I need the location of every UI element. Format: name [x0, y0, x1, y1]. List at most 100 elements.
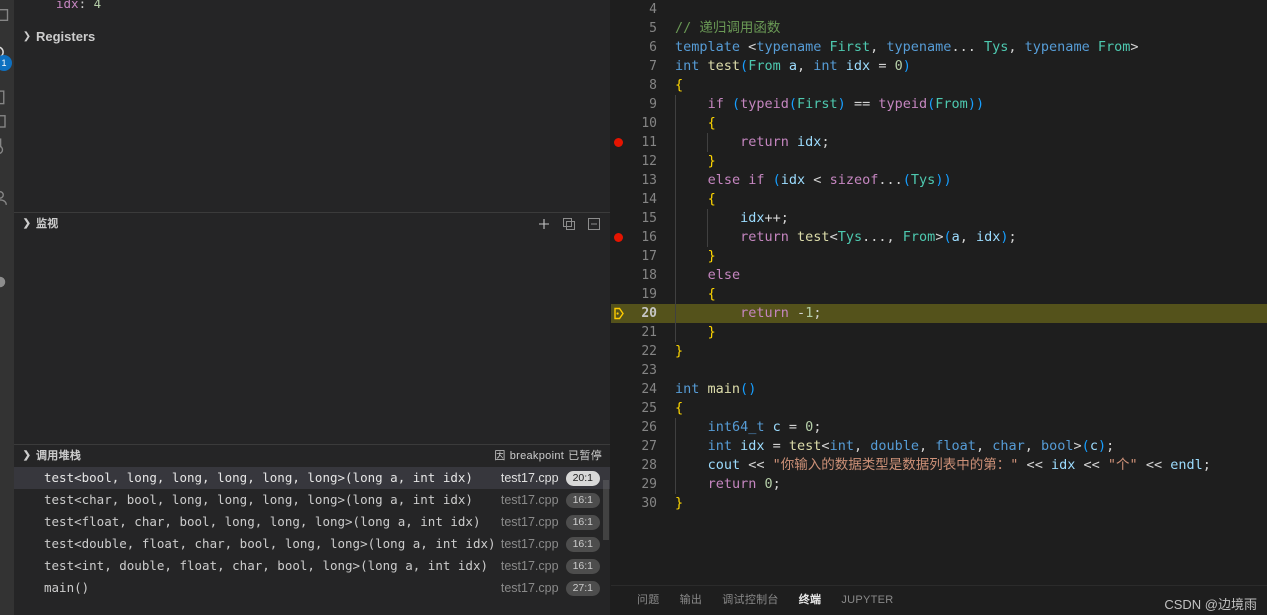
- callstack-row[interactable]: test<int, double, float, char, bool, lon…: [14, 555, 610, 577]
- code-text: return -1;: [740, 305, 822, 321]
- code-line[interactable]: 26 int64_t c = 0;: [611, 418, 1267, 437]
- code-text: }: [707, 248, 716, 264]
- code-line[interactable]: 13 else if (idx < sizeof...(Tys)): [611, 171, 1267, 190]
- line-number: 12: [641, 154, 657, 169]
- variable-row-idx[interactable]: idx: 4: [14, 0, 610, 13]
- variables-scope-registers[interactable]: ❯ Registers: [14, 26, 610, 48]
- callstack-status-reason: breakpoint: [509, 450, 565, 462]
- callstack-row[interactable]: test<float, char, bool, long, long, long…: [14, 511, 610, 533]
- watch-header[interactable]: ❯ 监视: [14, 213, 610, 235]
- callstack-frame-position: 16:1: [565, 492, 600, 508]
- code-text: int64_t c = 0;: [707, 419, 822, 435]
- callstack-frame-position: 16:1: [565, 558, 600, 574]
- code-line[interactable]: 19 {: [611, 285, 1267, 304]
- watch-actions[interactable]: [536, 216, 602, 232]
- line-number: 9: [649, 97, 657, 112]
- code-line[interactable]: 28 cout << "你输入的数据类型是数据列表中的第：" << idx <<…: [611, 456, 1267, 475]
- callstack-row[interactable]: test<double, float, char, bool, long, lo…: [14, 533, 610, 555]
- activity-bar[interactable]: 1: [0, 0, 14, 615]
- code-line[interactable]: 14 {: [611, 190, 1267, 209]
- callstack-header[interactable]: ❯ 调用堆栈 因 breakpoint 已暂停: [14, 445, 610, 467]
- code-line[interactable]: 30}: [611, 494, 1267, 513]
- code-line[interactable]: 16 return test<Tys..., From>(a, idx);: [611, 228, 1267, 247]
- callstack-status: 因 breakpoint 已暂停: [494, 445, 602, 467]
- code-text: }: [707, 324, 716, 340]
- account-icon[interactable]: [0, 188, 10, 208]
- code-line[interactable]: 8{: [611, 76, 1267, 95]
- code-line[interactable]: 17 }: [611, 247, 1267, 266]
- callstack-frame-name: test<float, char, bool, long, long, long…: [44, 514, 481, 529]
- callstack-title: 调用堆栈: [36, 450, 82, 462]
- code-line[interactable]: 24 int main(): [611, 380, 1267, 399]
- code-text: else: [707, 267, 741, 283]
- code-line[interactable]: 15 idx++;: [611, 209, 1267, 228]
- extensions-icon[interactable]: [0, 136, 10, 156]
- callstack-frame-file: test17.cpp: [500, 559, 559, 573]
- variable-name: idx: [56, 0, 79, 11]
- callstack-row[interactable]: main() test17.cpp 27:1: [14, 577, 610, 599]
- source-control-icon[interactable]: [0, 88, 10, 108]
- callstack-row[interactable]: test<char, bool, long, long, long, long>…: [14, 489, 610, 511]
- remove-all-expressions-icon[interactable]: [561, 216, 577, 232]
- chevron-right-icon: ❯: [22, 31, 32, 42]
- code-text: int idx = test<int, double, float, char,…: [707, 438, 1115, 454]
- callstack-status-prefix: 因: [494, 450, 506, 462]
- code-line[interactable]: 4: [611, 0, 1267, 19]
- callstack-frame-position: 20:1: [565, 470, 600, 486]
- line-number: 21: [641, 325, 657, 340]
- panel-tab[interactable]: 问题: [627, 586, 670, 615]
- panel-tab[interactable]: 终端: [789, 586, 832, 615]
- code-text: template <typename First, typename... Ty…: [675, 39, 1139, 55]
- code-line[interactable]: 21 }: [611, 323, 1267, 342]
- variable-separator: :: [78, 0, 87, 11]
- sidebar-scrollbar[interactable]: [603, 480, 609, 540]
- line-number: 25: [641, 401, 657, 416]
- code-text: {: [707, 286, 716, 302]
- callstack-frame-name: main(): [44, 580, 90, 595]
- code-text: }: [707, 153, 716, 169]
- line-number: 4: [649, 2, 657, 17]
- line-number: 20: [641, 306, 657, 321]
- line-number: 22: [641, 344, 657, 359]
- code-line[interactable]: 20 return -1;: [611, 304, 1267, 323]
- code-line[interactable]: 7 int test(From a, int idx = 0): [611, 57, 1267, 76]
- code-line[interactable]: 29 return 0;: [611, 475, 1267, 494]
- line-number: 18: [641, 268, 657, 283]
- manage-gear-icon[interactable]: [0, 272, 10, 292]
- panel-tab[interactable]: JUPYTER: [831, 586, 903, 615]
- panel-tab[interactable]: 调试控制台: [712, 586, 789, 615]
- callstack-frame-file: test17.cpp: [500, 537, 559, 551]
- code-lines[interactable]: 4 5 // 递归调用函数 6 template <typename First, ty…: [611, 0, 1267, 513]
- code-line[interactable]: 12 }: [611, 152, 1267, 171]
- code-editor[interactable]: 4 5 // 递归调用函数 6 template <typename First, ty…: [611, 0, 1267, 585]
- code-line[interactable]: 5 // 递归调用函数: [611, 19, 1267, 38]
- code-line[interactable]: 23: [611, 361, 1267, 380]
- code-text: return idx;: [740, 134, 830, 150]
- callstack-row[interactable]: test<bool, long, long, long, long, long>…: [14, 467, 610, 489]
- line-number: 10: [641, 116, 657, 131]
- chevron-down-icon: ❯: [22, 450, 32, 461]
- code-text: idx++;: [740, 210, 789, 226]
- line-number: 8: [649, 78, 657, 93]
- panel-tab[interactable]: 输出: [670, 586, 713, 615]
- code-line[interactable]: 25 {: [611, 399, 1267, 418]
- callstack-frame-position: 16:1: [565, 536, 600, 552]
- callstack-list[interactable]: test<bool, long, long, long, long, long>…: [14, 467, 610, 599]
- explorer-icon[interactable]: [0, 4, 10, 24]
- variables-section: idx: 4 ❯ Registers: [14, 0, 610, 213]
- code-line[interactable]: 6 template <typename First, typename... T…: [611, 38, 1267, 57]
- code-line[interactable]: 11 return idx;: [611, 133, 1267, 152]
- code-line[interactable]: 9 if (typeid(First) == typeid(From)): [611, 95, 1267, 114]
- collapse-all-icon[interactable]: [586, 216, 602, 232]
- callstack-frame-name: test<double, float, char, bool, long, lo…: [44, 536, 496, 551]
- code-line[interactable]: 27 int idx = test<int, double, float, ch…: [611, 437, 1267, 456]
- debug-sidebar: idx: 4 ❯ Registers ❯ 监视 ❯ 调用堆栈 因 breakpo…: [14, 0, 610, 615]
- code-line[interactable]: 18 else: [611, 266, 1267, 285]
- line-number: 15: [641, 211, 657, 226]
- run-and-debug-icon[interactable]: [0, 112, 10, 132]
- add-expression-icon[interactable]: [536, 216, 552, 232]
- line-number: 30: [641, 496, 657, 511]
- code-line[interactable]: 10 {: [611, 114, 1267, 133]
- panel-tabs[interactable]: 问题 输出 调试控制台 终端 JUPYTER: [611, 586, 904, 615]
- code-line[interactable]: 22}: [611, 342, 1267, 361]
